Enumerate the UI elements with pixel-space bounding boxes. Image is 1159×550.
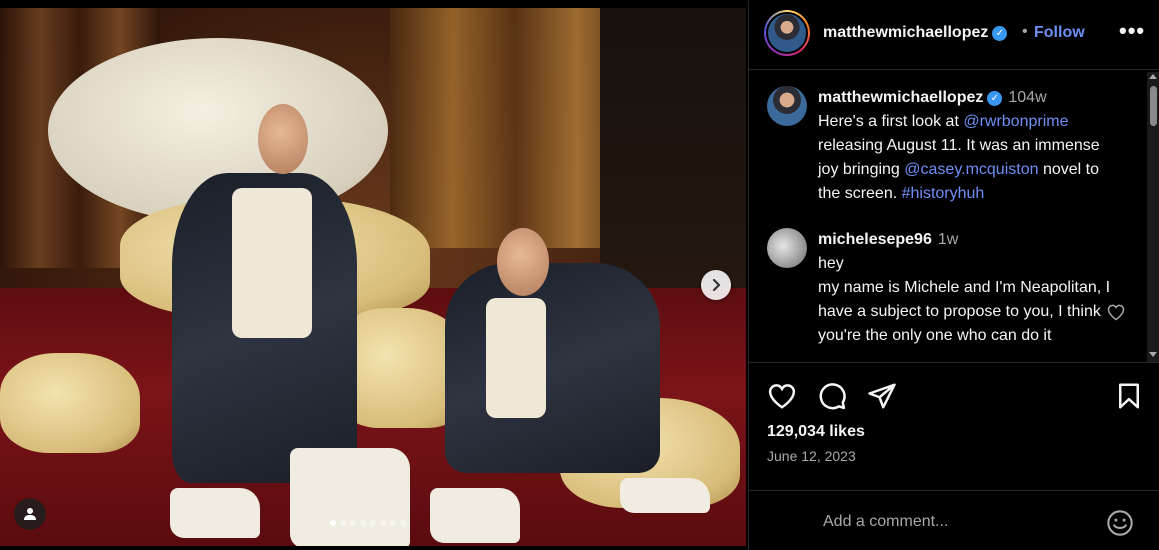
likes-count[interactable]: 129,034 likes [767, 423, 865, 441]
photo-cake-shard [430, 488, 520, 543]
paper-plane-icon[interactable] [867, 381, 897, 411]
caption-timestamp[interactable]: 104w [1008, 89, 1046, 106]
scrollbar-thumb[interactable] [1150, 86, 1157, 126]
photo-background-right [600, 8, 746, 308]
photo-figure-right [445, 263, 660, 473]
verified-badge-icon: ✓ [987, 91, 1003, 106]
post-actions-bar [749, 362, 1159, 422]
post-media[interactable] [0, 8, 746, 546]
comment-username[interactable]: michelesepe96 [818, 231, 932, 248]
comment-like-heart-icon[interactable] [1106, 302, 1126, 322]
comments-list[interactable]: matthewmichaellopez ✓ 104w Here's a first … [749, 72, 1159, 362]
carousel-dot [380, 520, 386, 526]
photo-cake-shard [620, 478, 710, 513]
photo-cake-shard [170, 488, 260, 538]
post-date[interactable]: June 12, 2023 [767, 448, 856, 464]
mention-link[interactable]: @casey.mcquiston [904, 161, 1038, 178]
add-comment-input[interactable] [823, 509, 1093, 535]
mention-link[interactable]: @rwrbonprime [963, 113, 1068, 130]
comment-line: hey [818, 255, 844, 272]
photo-face-left [258, 104, 308, 174]
comment-composer [749, 490, 1159, 550]
carousel-dot [400, 520, 406, 526]
hashtag-link[interactable]: #historyhuh [902, 185, 985, 202]
carousel-dot [340, 520, 346, 526]
author-username[interactable]: matthewmichaellopez ✓ [823, 24, 1008, 42]
scroll-down-arrow-icon[interactable] [1149, 352, 1157, 357]
post-header: matthewmichaellopez ✓ • Follow ••• [749, 0, 1159, 70]
caption-text-part: Here's a first look at [818, 113, 964, 130]
photo-face-right [497, 228, 549, 296]
photo-shirt-right [486, 298, 546, 418]
caption-text: matthewmichaellopez ✓ 104w Here's a first … [818, 86, 1118, 206]
carousel-indicator [330, 520, 406, 526]
smiley-icon[interactable] [1106, 509, 1134, 537]
follow-button[interactable]: Follow [1034, 24, 1085, 42]
avatar[interactable] [767, 228, 807, 268]
person-icon [24, 508, 36, 520]
tagged-users-button[interactable] [14, 498, 46, 530]
carousel-dot [370, 520, 376, 526]
photo-shirt-left [232, 188, 312, 338]
post-details-panel: matthewmichaellopez ✓ • Follow ••• matthe… [748, 0, 1159, 550]
comment-line: my name is Michele and I'm Neapolitan, I… [818, 279, 1111, 344]
comment-text: michelesepe96 1w hey my name is Michele a… [818, 228, 1118, 348]
verified-badge-icon: ✓ [992, 26, 1008, 41]
carousel-next-button[interactable] [701, 270, 731, 300]
carousel-dot [350, 520, 356, 526]
more-options-icon[interactable]: ••• [1119, 18, 1145, 44]
comment-bubble-icon[interactable] [817, 381, 847, 411]
carousel-dot [360, 520, 366, 526]
bookmark-icon[interactable] [1114, 381, 1144, 411]
photo-cake-shard [290, 448, 410, 546]
author-avatar[interactable] [764, 10, 810, 56]
avatar[interactable] [767, 86, 807, 126]
photo-cake [0, 353, 140, 453]
carousel-dot [390, 520, 396, 526]
caption-username[interactable]: matthewmichaellopez [818, 89, 983, 106]
heart-icon[interactable] [767, 381, 797, 411]
chevron-right-icon [712, 278, 721, 292]
comment-timestamp[interactable]: 1w [938, 231, 958, 248]
carousel-dot [330, 520, 336, 526]
scroll-up-arrow-icon[interactable] [1149, 74, 1157, 79]
header-separator: • [1022, 23, 1028, 40]
